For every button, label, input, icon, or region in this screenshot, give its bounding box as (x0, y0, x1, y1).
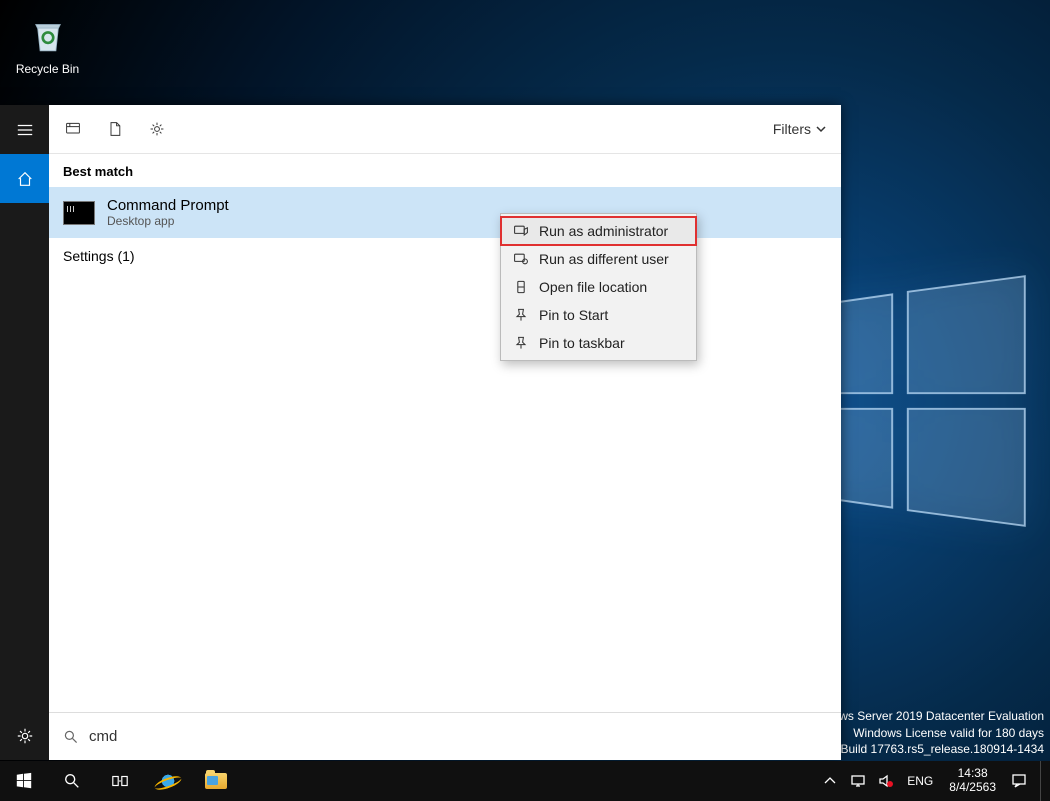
network-icon (850, 773, 866, 789)
folder-open-icon (513, 279, 529, 295)
taskbar-explorer-button[interactable] (192, 761, 240, 801)
task-view-icon (111, 772, 129, 790)
search-icon (63, 729, 79, 745)
apps-scope-button[interactable] (63, 119, 83, 139)
start-button[interactable] (0, 761, 48, 801)
search-icon (63, 772, 81, 790)
settings-scope-button[interactable] (147, 119, 167, 139)
admin-shield-icon (513, 223, 529, 239)
taskbar-ie-button[interactable] (144, 761, 192, 801)
ctx-open-location[interactable]: Open file location (501, 273, 696, 301)
windows-logo-icon (15, 772, 33, 790)
chevron-up-icon (822, 773, 838, 789)
action-center-button[interactable] (1008, 769, 1030, 793)
tray-overflow-button[interactable] (819, 769, 841, 793)
file-explorer-icon (205, 773, 227, 789)
settings-section-label[interactable]: Settings (1) (49, 238, 841, 274)
gear-icon (149, 121, 165, 137)
task-view-button[interactable] (96, 761, 144, 801)
tray-network-button[interactable] (847, 769, 869, 793)
tray-clock[interactable]: 14:38 8/4/2563 (943, 767, 1002, 795)
watermark: ows Server 2019 Datacenter Evaluation Wi… (833, 708, 1044, 757)
system-tray: ENG 14:38 8/4/2563 (819, 761, 1050, 801)
ctx-run-as-user[interactable]: Run as different user (501, 245, 696, 273)
recycle-bin-icon (27, 14, 69, 56)
search-rail (0, 105, 49, 760)
documents-scope-button[interactable] (105, 119, 125, 139)
ie-icon (157, 770, 179, 792)
filters-button[interactable]: Filters (773, 121, 827, 137)
tray-volume-button[interactable] (875, 769, 897, 793)
hamburger-icon (16, 121, 34, 139)
pin-icon (513, 307, 529, 323)
user-run-icon (513, 251, 529, 267)
rail-home-button[interactable] (0, 154, 49, 203)
apps-icon (65, 121, 81, 137)
chevron-down-icon (815, 123, 827, 135)
taskbar-search-button[interactable] (48, 761, 96, 801)
best-match-result[interactable]: Command Prompt Desktop app (49, 187, 841, 238)
context-menu: Run as administrator Run as different us… (500, 213, 697, 361)
notification-icon (1011, 773, 1027, 789)
search-box[interactable] (49, 712, 841, 760)
search-results: Filters Best match Command Prompt Deskto… (49, 105, 841, 760)
command-prompt-icon (63, 201, 95, 225)
search-input[interactable] (89, 728, 827, 745)
show-desktop-button[interactable] (1040, 761, 1046, 801)
pin-icon (513, 335, 529, 351)
ctx-pin-start[interactable]: Pin to Start (501, 301, 696, 329)
result-subtitle: Desktop app (107, 214, 229, 228)
ctx-run-as-admin[interactable]: Run as administrator (501, 217, 696, 245)
results-toolbar: Filters (49, 105, 841, 154)
best-match-label: Best match (49, 154, 841, 187)
rail-settings-button[interactable] (0, 711, 49, 760)
desktop-icon-label: Recycle Bin (16, 62, 79, 76)
home-icon (16, 170, 34, 188)
taskbar: ENG 14:38 8/4/2563 (0, 761, 1050, 801)
rail-menu-button[interactable] (0, 105, 49, 154)
tray-language-button[interactable]: ENG (903, 774, 937, 788)
desktop-icon-recycle-bin[interactable]: Recycle Bin (10, 10, 85, 76)
volume-muted-icon (878, 773, 894, 789)
gear-icon (16, 727, 34, 745)
document-icon (107, 121, 123, 137)
ctx-pin-taskbar[interactable]: Pin to taskbar (501, 329, 696, 357)
result-title: Command Prompt (107, 197, 229, 214)
start-search-panel: Filters Best match Command Prompt Deskto… (0, 105, 841, 760)
